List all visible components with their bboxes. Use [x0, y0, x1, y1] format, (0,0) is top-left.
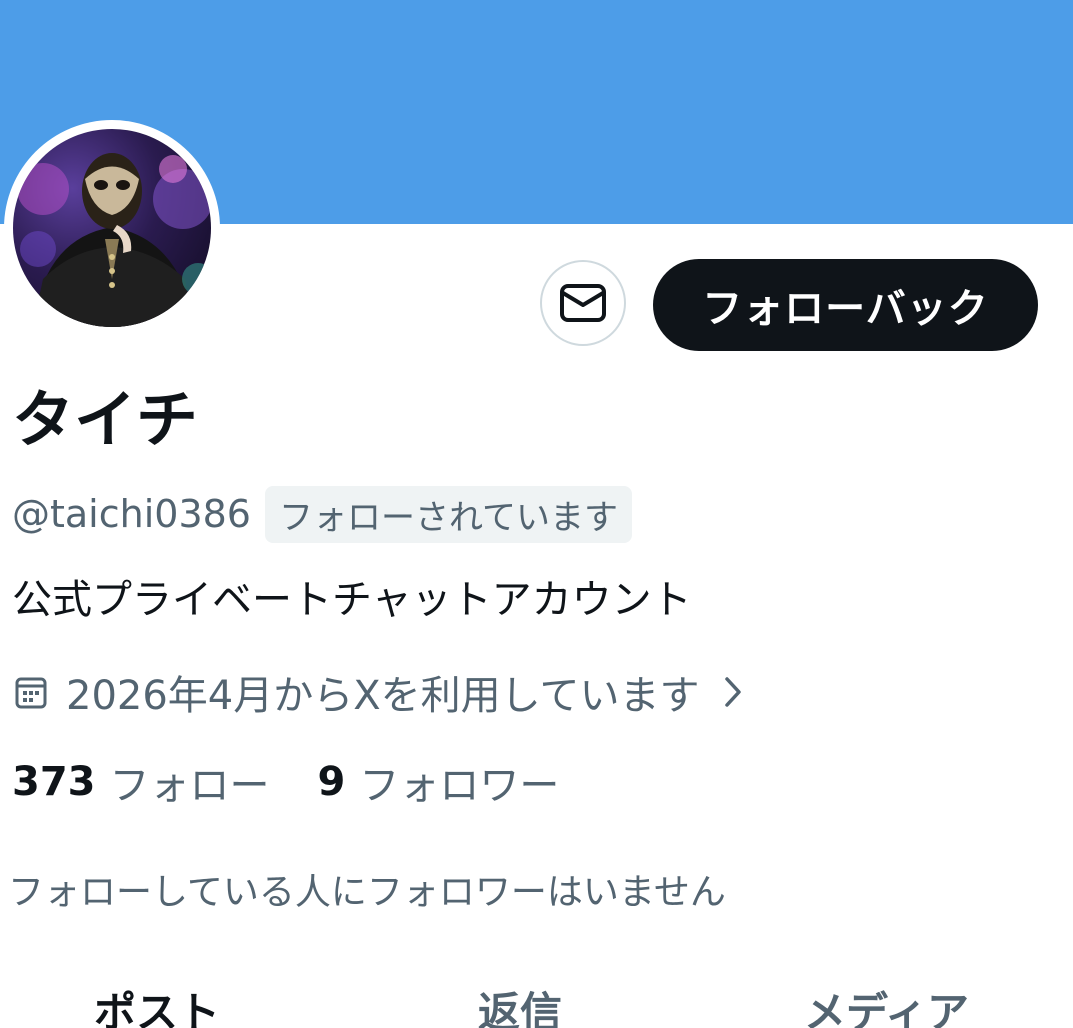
- tab-replies[interactable]: 返信: [478, 988, 562, 1028]
- following-stat[interactable]: 373 フォロー: [12, 753, 270, 811]
- mail-icon: [560, 284, 606, 322]
- follow-stats: 373 フォロー 9 フォロワー: [12, 754, 559, 810]
- following-count: 373: [12, 759, 96, 805]
- followers-label: フォロワー: [359, 763, 560, 809]
- calendar-icon: [15, 677, 47, 709]
- profile-bio: 公式プライベートチャットアカウント: [12, 577, 692, 623]
- following-label: フォロー: [109, 763, 270, 809]
- profile-tabs: ポスト 返信 メディア: [0, 978, 1073, 1028]
- followers-count: 9: [317, 759, 346, 805]
- follow-back-button[interactable]: フォローバック: [653, 259, 1038, 351]
- chevron-right-icon: [723, 675, 743, 709]
- follows-you-badge: フォローされています: [264, 485, 632, 543]
- joined-date-text: 2026年4月からXを利用しています: [66, 673, 700, 719]
- handle-row: @taichi0386 フォローされています: [12, 485, 632, 543]
- followers-stat[interactable]: 9 フォロワー: [318, 753, 560, 811]
- follow-back-label: フォローバック: [702, 286, 989, 332]
- message-button[interactable]: [540, 260, 626, 346]
- user-handle: @taichi0386: [12, 492, 251, 536]
- display-name: タイチ: [12, 383, 199, 456]
- avatar[interactable]: [13, 129, 211, 327]
- mutual-followers-note: フォローしている人にフォロワーはいません: [8, 872, 726, 913]
- joined-date-row[interactable]: 2026年4月からXを利用しています: [14, 664, 743, 720]
- tab-posts[interactable]: ポスト: [94, 988, 220, 1028]
- avatar-image: [17, 153, 211, 327]
- tab-media[interactable]: メディア: [804, 988, 969, 1028]
